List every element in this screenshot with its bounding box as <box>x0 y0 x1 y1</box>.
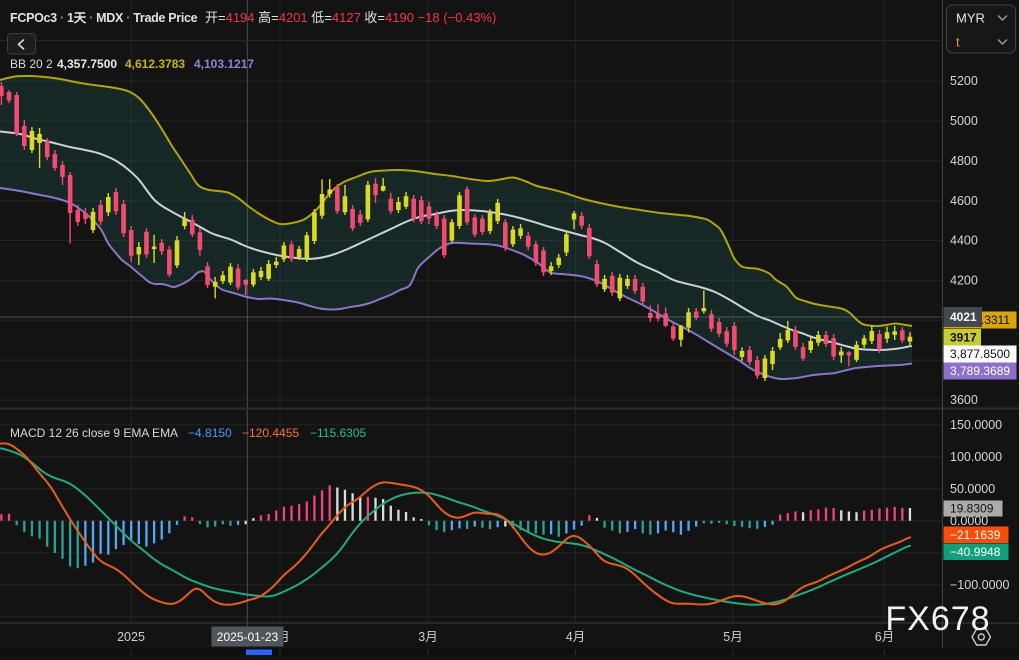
svg-text:50.0000: 50.0000 <box>950 482 995 496</box>
svg-text:19.8309: 19.8309 <box>950 502 994 516</box>
svg-text:−120.4455: −120.4455 <box>242 426 299 440</box>
svg-text:3917: 3917 <box>950 330 977 344</box>
svg-text:4,103.1217: 4,103.1217 <box>194 57 254 71</box>
svg-text:3600: 3600 <box>950 393 978 407</box>
svg-text:2025: 2025 <box>117 630 145 644</box>
svg-text:−21.1639: −21.1639 <box>950 528 1001 542</box>
svg-text:−100.0000: −100.0000 <box>950 578 1009 592</box>
svg-text:4月: 4月 <box>566 630 585 644</box>
svg-text:4800: 4800 <box>950 154 978 168</box>
svg-text:3,789.3689: 3,789.3689 <box>950 364 1010 378</box>
svg-text:3月: 3月 <box>418 630 437 644</box>
svg-text:MYR: MYR <box>956 11 985 26</box>
svg-text:100.0000: 100.0000 <box>950 450 1002 464</box>
svg-text:BB 20 2: BB 20 2 <box>10 57 53 71</box>
svg-text:5000: 5000 <box>950 114 978 128</box>
svg-text:FX678: FX678 <box>885 600 990 638</box>
svg-text:150.0000: 150.0000 <box>950 418 1002 432</box>
svg-text:4600: 4600 <box>950 194 978 208</box>
svg-text:4200: 4200 <box>950 274 978 288</box>
svg-text:−40.9948: −40.9948 <box>950 545 1001 559</box>
svg-text:−4.8150: −4.8150 <box>188 426 232 440</box>
svg-text:2025-01-23: 2025-01-23 <box>217 630 279 644</box>
svg-text:4,357.7500: 4,357.7500 <box>57 57 117 71</box>
svg-text:3,877.8500: 3,877.8500 <box>950 347 1010 361</box>
svg-text:开=4194 高=4201 低=4127 收=4190 −1: 开=4194 高=4201 低=4127 收=4190 −18 (−0.43%) <box>205 10 496 25</box>
svg-text:FCPOc3 · 1天 · MDX · Trade Pric: FCPOc3 · 1天 · MDX · Trade Price <box>10 11 198 25</box>
svg-text:5月: 5月 <box>723 630 742 644</box>
svg-text:−115.6305: −115.6305 <box>310 426 366 440</box>
svg-text:t: t <box>956 35 960 50</box>
svg-text:4021: 4021 <box>950 310 977 324</box>
svg-text:MACD 12 26 close 9 EMA EMA: MACD 12 26 close 9 EMA EMA <box>10 426 178 440</box>
svg-text:4400: 4400 <box>950 234 978 248</box>
svg-text:5200: 5200 <box>950 74 978 88</box>
svg-text:4,612.3783: 4,612.3783 <box>125 57 185 71</box>
